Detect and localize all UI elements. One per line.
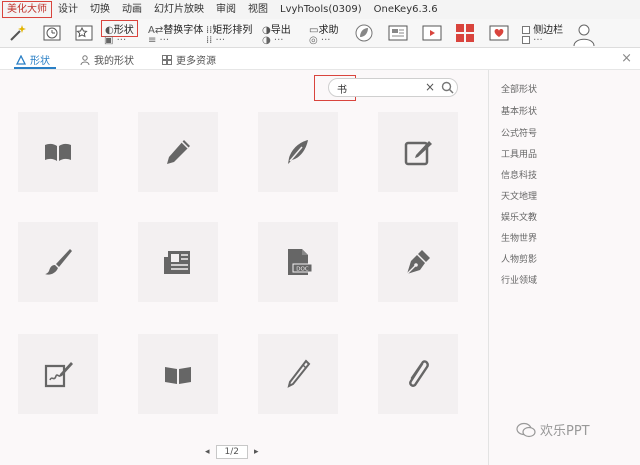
shape-tile[interactable] [138, 222, 218, 302]
word-doc-icon: DOC [288, 249, 313, 275]
ribbon-row2-item[interactable]: ⁞⁞ ··· [206, 35, 225, 46]
category-silhouettes[interactable]: 人物剪影 [501, 252, 537, 265]
grid-icon [162, 54, 172, 65]
ribbon-row2-item[interactable]: ▣ ··· [104, 35, 126, 46]
open-book-icon [165, 367, 191, 384]
slim-pencil-icon [287, 359, 311, 388]
shape-tile[interactable] [138, 112, 218, 192]
tab-more-resources[interactable]: 更多资源 [162, 52, 216, 67]
shape-tile[interactable] [258, 112, 338, 192]
leaf-icon[interactable] [354, 23, 374, 43]
star-cursor-icon[interactable] [74, 23, 94, 43]
search-input[interactable]: 书 [337, 81, 347, 96]
ribbon-row2-item[interactable]: ≡ ··· [148, 35, 169, 46]
category-all-shapes[interactable]: 全部形状 [501, 82, 537, 95]
ribbon-row2-checkbox[interactable]: ··· [522, 35, 543, 46]
watermark-text: 欢乐PPT [540, 424, 590, 439]
shape-gallery: 书 × DOC ◂ 1/2 ▸ [0, 70, 488, 465]
fountain-pen-icon [406, 250, 430, 275]
brush-icon [45, 249, 72, 275]
clock-icon[interactable] [42, 23, 62, 43]
menu-lvyhtools[interactable]: LvyhTools(0309) [274, 0, 368, 19]
feather-pen-icon [288, 140, 308, 164]
rect-arrange-button[interactable]: ⁞⁞矩形排列 [206, 21, 252, 36]
tab-my-shapes-label: 我的形状 [94, 56, 134, 67]
category-entertainment-education[interactable]: 娱乐文教 [501, 210, 537, 223]
menu-onekey[interactable]: OneKey6.3.6 [368, 0, 444, 19]
book-icon [45, 143, 71, 161]
tab-shapes-label: 形状 [30, 56, 50, 67]
shape-tile[interactable] [378, 334, 458, 414]
ribbon-toolbar: ◐形状 ▣ ··· A⇄替换字体 ≡ ··· ⁞⁞矩形排列 ⁞⁞ ··· ◑导出… [0, 19, 640, 48]
tab-my-shapes[interactable]: 我的形状 [80, 52, 134, 67]
shape-tile[interactable] [18, 112, 98, 192]
replace-font-button[interactable]: A⇄替换字体 [148, 21, 203, 36]
menu-bar: 美化大师 设计 切换 动画 幻灯片放映 审阅 视图 LvyhTools(0309… [0, 0, 640, 19]
search-box[interactable]: 书 × [328, 78, 458, 97]
page-indicator: 1/2 [215, 445, 249, 459]
grid-layout-icon[interactable] [455, 23, 475, 43]
help-button[interactable]: ▭求助 [309, 21, 338, 36]
shape-tile[interactable] [18, 334, 98, 414]
category-info-tech[interactable]: 信息科技 [501, 168, 537, 181]
menu-animation[interactable]: 动画 [116, 0, 148, 19]
tab-more-resources-label: 更多资源 [176, 56, 216, 67]
svg-text:DOC: DOC [296, 267, 309, 273]
watermark: 欢乐PPT [516, 420, 590, 439]
export-button[interactable]: ◑导出 [262, 21, 291, 36]
replace-font-label: 替换字体 [163, 25, 204, 36]
prev-page-button[interactable]: ◂ [205, 447, 210, 457]
pen-tool-icon [16, 54, 26, 65]
category-sidebar: 全部形状 基本形状 公式符号 工具用品 信息科技 天文地理 娱乐文教 生物世界 … [488, 70, 640, 465]
shape-panel-tabs: 形状 我的形状 更多资源 × [0, 48, 640, 70]
newspaper-icon [164, 251, 190, 274]
tab-shapes[interactable]: 形状 [16, 52, 50, 67]
active-tab-indicator [14, 67, 56, 69]
close-panel-icon[interactable]: × [621, 51, 632, 66]
signed-paper-icon [44, 362, 73, 388]
shape-tile[interactable]: DOC [258, 222, 338, 302]
magic-wand-icon[interactable] [8, 23, 28, 43]
slide-layout-icon[interactable] [388, 23, 408, 43]
menu-view[interactable]: 视图 [242, 0, 274, 19]
heart-card-icon[interactable] [489, 23, 509, 43]
search-icon[interactable] [441, 81, 454, 94]
sidebar-checkbox[interactable]: 侧边栏 [522, 21, 563, 36]
edit-note-icon [404, 141, 432, 166]
next-page-button[interactable]: ▸ [254, 447, 259, 457]
pagination: ◂ 1/2 ▸ [205, 445, 259, 459]
shape-tile[interactable] [378, 222, 458, 302]
ribbon-row2-item[interactable]: ◎ ··· [309, 35, 330, 46]
category-astronomy-geography[interactable]: 天文地理 [501, 189, 537, 202]
category-tools[interactable]: 工具用品 [501, 147, 537, 160]
menu-meihua-dashi[interactable]: 美化大师 [2, 1, 52, 18]
user-icon [80, 54, 90, 65]
menu-design[interactable]: 设计 [52, 0, 84, 19]
category-biology[interactable]: 生物世界 [501, 231, 537, 244]
category-basic-shapes[interactable]: 基本形状 [501, 104, 537, 117]
menu-review[interactable]: 审阅 [210, 0, 242, 19]
video-slide-icon[interactable] [422, 23, 442, 43]
clear-search-icon[interactable]: × [425, 80, 435, 94]
user-avatar-icon[interactable] [572, 22, 596, 46]
menu-transition[interactable]: 切换 [84, 0, 116, 19]
category-formula-symbols[interactable]: 公式符号 [501, 126, 537, 139]
shape-tile[interactable] [18, 222, 98, 302]
category-industry[interactable]: 行业领域 [501, 273, 537, 286]
menu-slideshow[interactable]: 幻灯片放映 [148, 0, 210, 19]
pencil-icon [167, 140, 190, 164]
paperclip-icon [409, 360, 429, 387]
shape-tile[interactable] [258, 334, 338, 414]
shape-tile[interactable] [138, 334, 218, 414]
wechat-icon [516, 422, 536, 437]
shape-tile[interactable] [378, 112, 458, 192]
ribbon-row2-item[interactable]: ◑ ··· [262, 35, 283, 46]
